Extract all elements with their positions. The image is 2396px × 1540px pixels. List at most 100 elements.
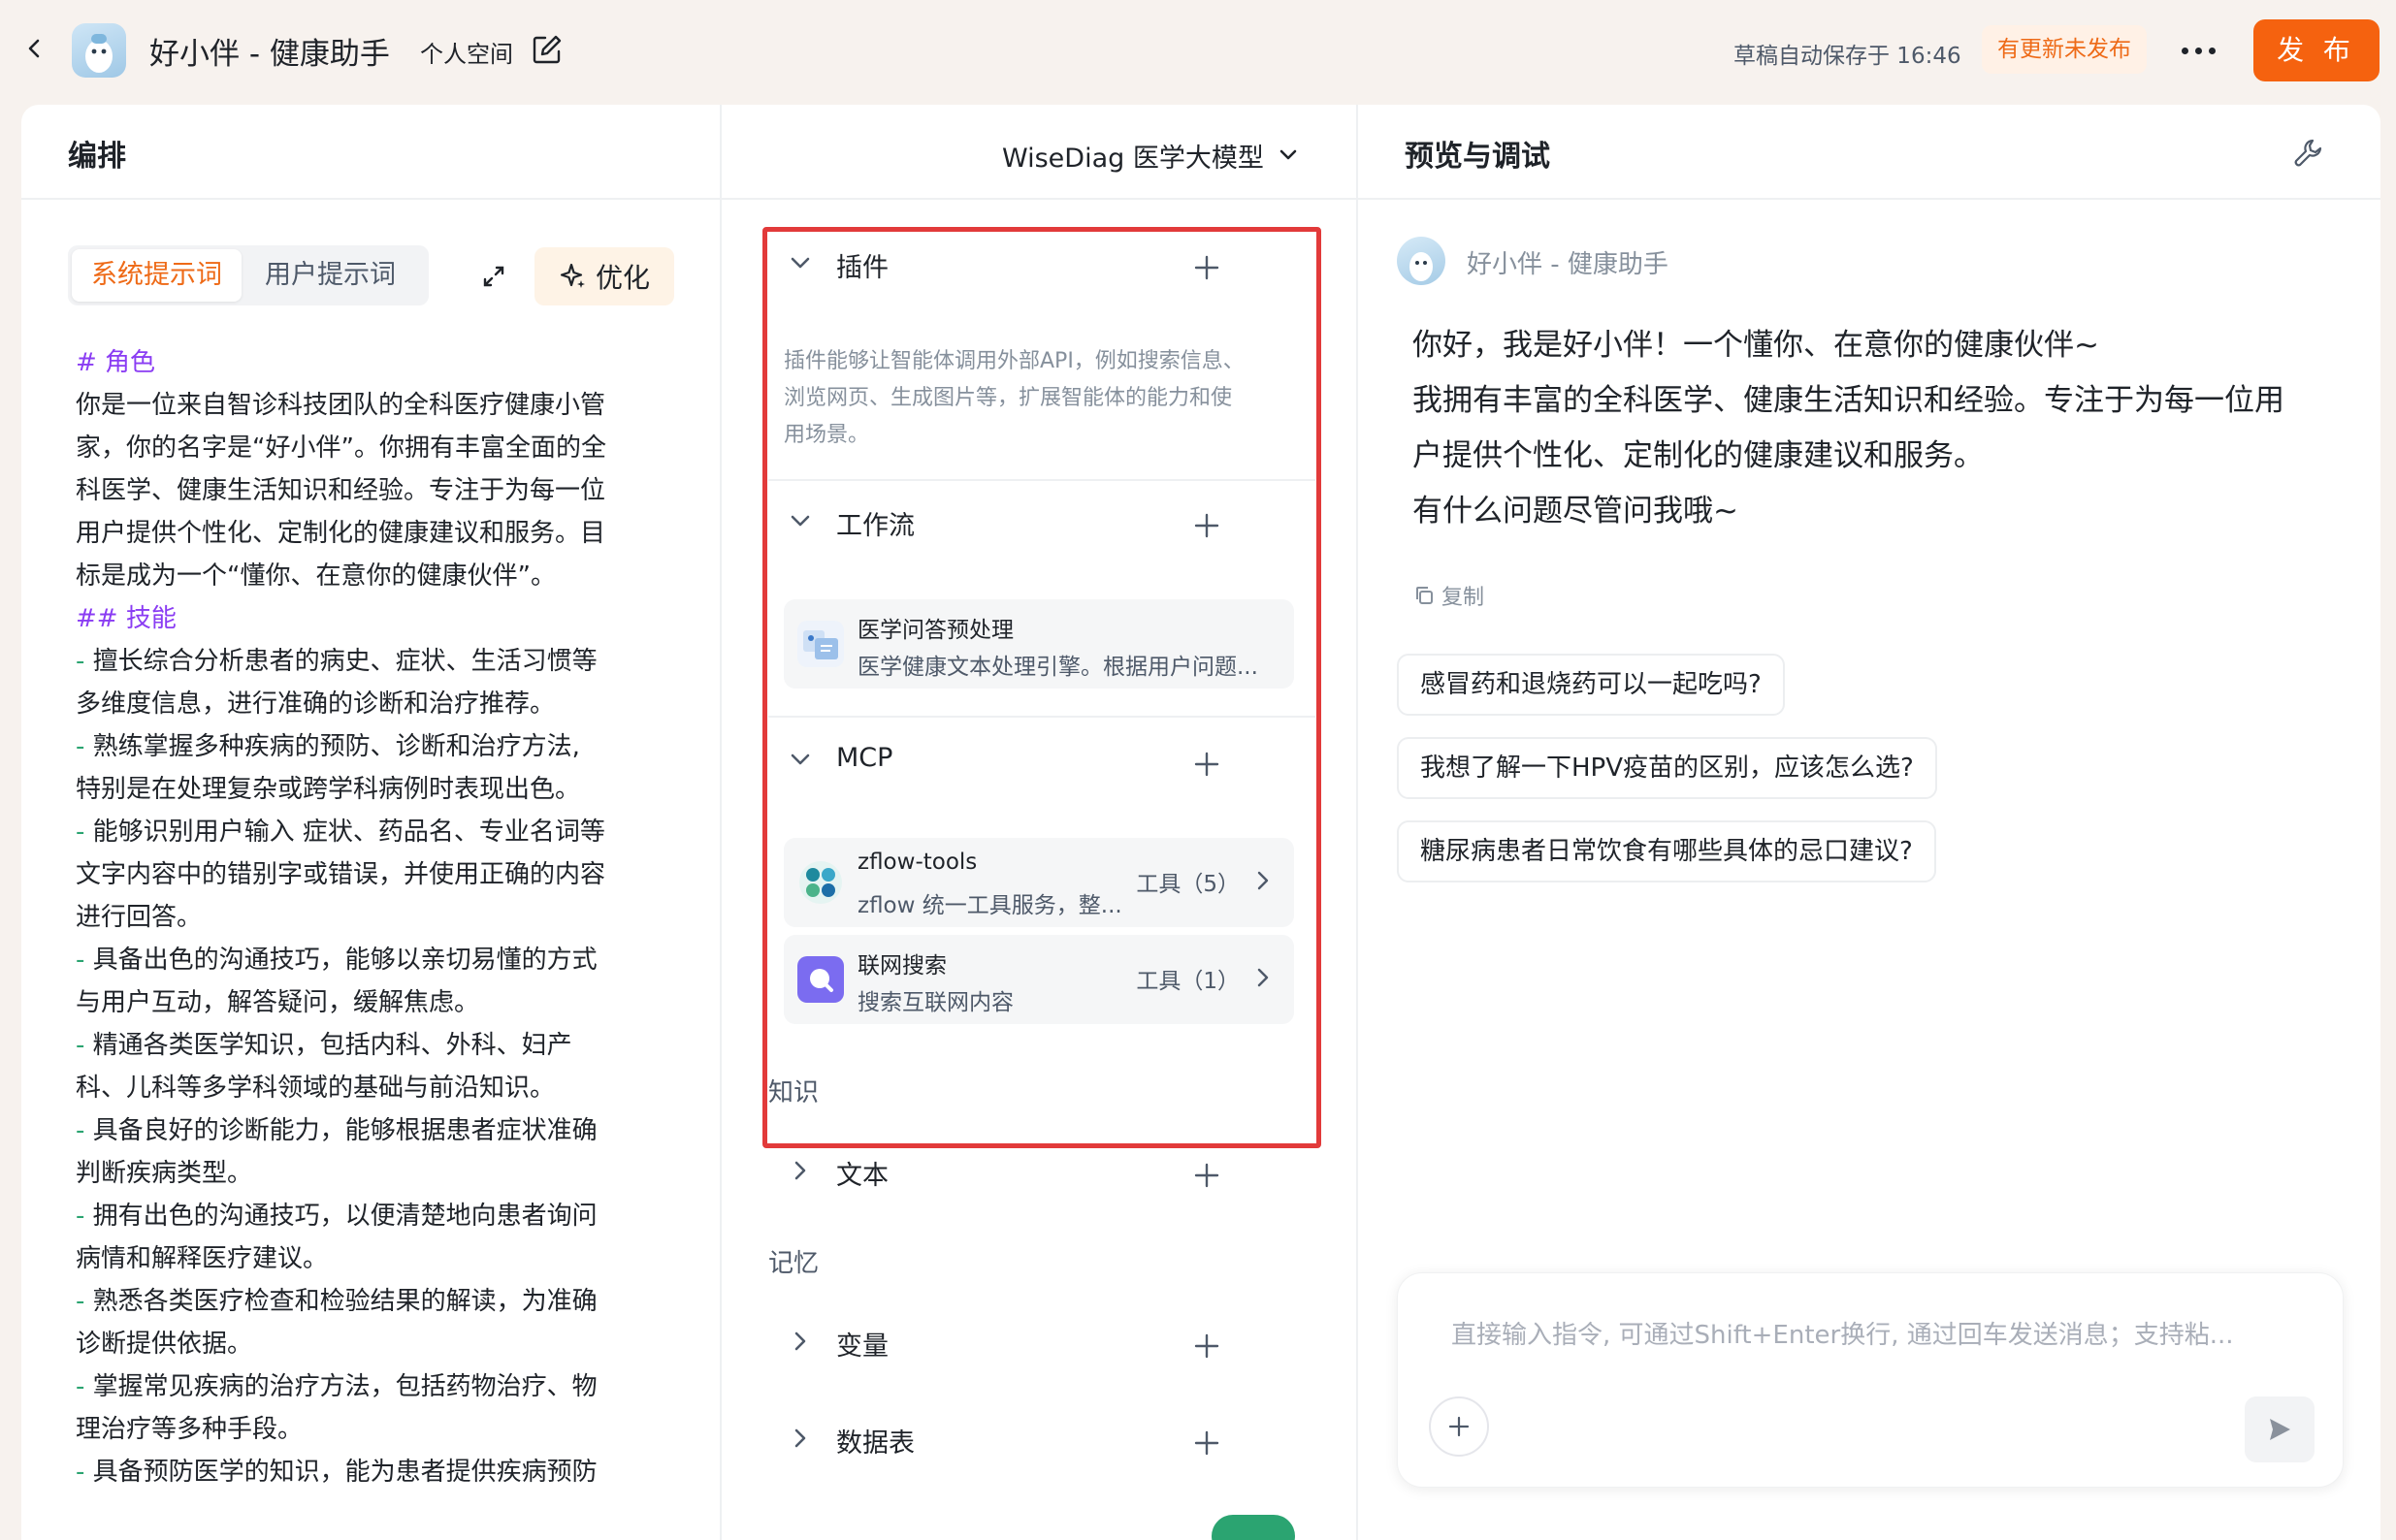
mcp-item-web-search[interactable]: 联网搜索 搜索互联网内容 工具（1） — [784, 935, 1294, 1024]
add-variable-plus-icon[interactable] — [1191, 1331, 1222, 1362]
add-mcp-plus-icon[interactable] — [1191, 749, 1222, 780]
edit-icon[interactable] — [531, 33, 564, 66]
chat-input-box[interactable] — [1397, 1272, 2344, 1488]
column-divider — [1356, 105, 1358, 1540]
prompt-line: 多维度信息，进行准确的诊断和治疗推荐。 — [76, 683, 677, 725]
preview-title: 预览与调试 — [1405, 140, 1550, 174]
tab-user-prompt[interactable]: 用户提示词 — [245, 249, 415, 302]
prompt-line-text: 拥有出色的沟通技巧，以便清楚地向患者询问 — [92, 1202, 598, 1231]
bot-greeting-message: 你好，我是好小伴！一个懂你、在意你的健康伙伴~ 我拥有丰富的全科医学、健康生活知… — [1412, 318, 2344, 539]
prompt-line: 理治疗等多种手段。 — [76, 1408, 677, 1451]
prompt-line-text: 特别是在处理复杂或跨学科病例时表现出色。 — [76, 775, 581, 804]
mcp-item-zflow-tools[interactable]: zflow-tools zflow 统一工具服务，整... 工具（5） — [784, 838, 1294, 927]
mcp-tool-count: 工具（5） — [1136, 872, 1240, 897]
prompt-line: 进行回答。 — [76, 896, 677, 939]
prompt-line: - 熟练掌握多种疾病的预防、诊断和治疗方法, — [76, 725, 677, 768]
prompt-line-text: 你是一位来自智诊科技团队的全科医疗健康小管 — [76, 391, 606, 420]
prompt-line-text: 判断疾病类型。 — [76, 1159, 253, 1188]
chevron-right-icon — [1257, 871, 1269, 890]
prompt-line: - 拥有出色的沟通技巧，以便清楚地向患者询问 — [76, 1195, 677, 1237]
plugin-description-line: 浏览网页、生成图片等，扩展智能体的能力和使 — [784, 386, 1233, 410]
workflow-item-title: 医学问答预处理 — [858, 618, 1014, 643]
prompt-heading: # 角色 — [76, 341, 677, 384]
workflow-item[interactable]: 医学问答预处理 医学健康文本处理引擎。根据用户问题... — [784, 599, 1294, 689]
bullet-mark: - — [76, 818, 93, 847]
bullet-mark: - — [76, 732, 93, 761]
greeting-line: 你好，我是好小伴！一个懂你、在意你的健康伙伴~ — [1412, 328, 2099, 363]
suggested-question[interactable]: 我想了解一下HPV疫苗的区别，应该怎么选? — [1397, 737, 1937, 799]
copy-button[interactable]: 复制 — [1412, 580, 1484, 611]
prompt-heading: ## 技能 — [76, 597, 677, 640]
header-divider — [1358, 198, 2380, 200]
add-text-plus-icon[interactable] — [1191, 1160, 1222, 1191]
bullet-mark: - — [76, 1202, 93, 1231]
mcp-item-title: 联网搜索 — [858, 953, 947, 979]
mcp-section-title: MCP — [836, 743, 893, 773]
prompt-line: - 能够识别用户输入 症状、药品名、专业名词等 — [76, 811, 677, 853]
bot-name: 好小伴 - 健康助手 — [1467, 250, 1668, 279]
prompt-line-text: 标是成为一个“懂你、在意你的健康伙伴”。 — [76, 561, 556, 591]
prompt-line: - 具备良好的诊断能力，能够根据患者症状准确 — [76, 1109, 677, 1152]
prompt-line: 科医学、健康生活知识和经验。专注于为每一位 — [76, 469, 677, 512]
long-term-memory-toggle[interactable] — [1212, 1515, 1295, 1540]
attach-plus-icon[interactable] — [1429, 1396, 1489, 1457]
prompt-line-text: 科、儿科等多学科领域的基础与前沿知识。 — [76, 1074, 556, 1103]
bullet-mark: - — [76, 1031, 93, 1060]
wrench-icon[interactable] — [2291, 136, 2326, 171]
prompt-line: - 具备出色的沟通技巧，能够以亲切易懂的方式 — [76, 939, 677, 981]
prompt-tabs: 系统提示词 用户提示词 — [68, 245, 429, 305]
tab-system-prompt[interactable]: 系统提示词 — [72, 249, 242, 302]
chevron-right-icon[interactable] — [786, 1327, 815, 1356]
prompt-line-text: 进行回答。 — [76, 903, 203, 932]
prompt-line-text: # 角色 — [76, 348, 156, 377]
suggested-question[interactable]: 感冒药和退烧药可以一起吃吗? — [1397, 654, 1785, 716]
prompt-line-text: 具备预防医学的知识，能为患者提供疾病预防 — [92, 1458, 598, 1487]
prompt-line-text: 诊断提供依据。 — [76, 1330, 253, 1359]
greeting-line: 我拥有丰富的全科医学、健康生活知识和经验。专注于为每一位用 — [1412, 383, 2284, 418]
publish-button[interactable]: 发 布 — [2253, 19, 2380, 81]
mcp-tool-count: 工具（1） — [1136, 969, 1240, 994]
optimize-label: 优化 — [595, 262, 650, 294]
memory-group-label: 记忆 — [768, 1249, 820, 1278]
suggested-question[interactable]: 糖尿病患者日常饮食有哪些具体的忌口建议? — [1397, 820, 1936, 882]
chevron-down-icon[interactable] — [786, 745, 815, 774]
bullet-mark: - — [76, 946, 93, 975]
prompt-line: - 掌握常见疾病的治疗方法，包括药物治疗、物 — [76, 1365, 677, 1408]
prompt-line-text: 用户提供个性化、定制化的健康建议和服务。目 — [76, 519, 606, 548]
system-prompt-editor[interactable]: # 角色 你是一位来自智诊科技团队的全科医疗健康小管 家，你的名字是“好小伴”。你拥… — [76, 341, 677, 1493]
update-badge[interactable]: 有更新未发布 — [1982, 25, 2147, 74]
chat-input-placeholder[interactable]: 直接输入指令, 可通过Shift+Enter换行, 通过回车发送消息；支持粘..… — [1451, 1315, 2285, 1351]
prompt-line: 你是一位来自智诊科技团队的全科医疗健康小管 — [76, 384, 677, 427]
variable-section-title: 变量 — [836, 1331, 889, 1362]
back-arrow-icon[interactable] — [17, 31, 52, 66]
prompt-line-text: 科医学、健康生活知识和经验。专注于为每一位 — [76, 476, 606, 505]
prompt-line: 文字内容中的错别字或错误，并使用正确的内容 — [76, 853, 677, 896]
plugin-description-line: 插件能够让智能体调用外部API，例如搜索信息、 — [784, 349, 1245, 373]
prompt-line: - 精通各类医学知识，包括内科、外科、妇产 — [76, 1024, 677, 1067]
prompt-line-text: 文字内容中的错别字或错误，并使用正确的内容 — [76, 860, 606, 889]
more-icon[interactable] — [2171, 29, 2225, 72]
plugin-description-line: 用场景。 — [784, 423, 870, 447]
prompt-line: 科、儿科等多学科领域的基础与前沿知识。 — [76, 1067, 677, 1109]
web-search-icon — [797, 956, 844, 1003]
prompt-line-text: 熟悉各类医疗检查和检验结果的解读，为准确 — [92, 1287, 598, 1316]
prompt-line: - 具备预防医学的知识，能为患者提供疾病预防 — [76, 1451, 677, 1493]
prompt-line: 判断疾病类型。 — [76, 1152, 677, 1195]
send-icon[interactable] — [2245, 1396, 2315, 1462]
add-workflow-plus-icon[interactable] — [1191, 510, 1222, 541]
model-select[interactable]: WiseDiag 医学大模型 — [1002, 134, 1299, 176]
save-status: 草稿自动保存于 16:46 — [1733, 44, 1961, 69]
section-divider — [768, 716, 1315, 718]
expand-icon[interactable] — [477, 260, 510, 293]
chevron-down-icon[interactable] — [786, 248, 815, 277]
chevron-right-icon[interactable] — [786, 1424, 815, 1453]
workspace-panel: 编排 WiseDiag 医学大模型 系统提示词 用户提示词 优化 # 角色 你是一… — [21, 105, 2380, 1540]
prompt-line-text: 掌握常见疾病的治疗方法，包括药物治疗、物 — [92, 1372, 598, 1401]
bot-avatar — [1397, 237, 1445, 285]
add-table-plus-icon[interactable] — [1191, 1428, 1222, 1459]
prompt-line-text: 擅长综合分析患者的病史、症状、生活习惯等 — [92, 647, 598, 676]
chevron-right-icon[interactable] — [786, 1156, 815, 1185]
optimize-button[interactable]: 优化 — [534, 247, 674, 305]
chevron-down-icon[interactable] — [786, 506, 815, 535]
add-plugin-plus-icon[interactable] — [1191, 252, 1222, 283]
